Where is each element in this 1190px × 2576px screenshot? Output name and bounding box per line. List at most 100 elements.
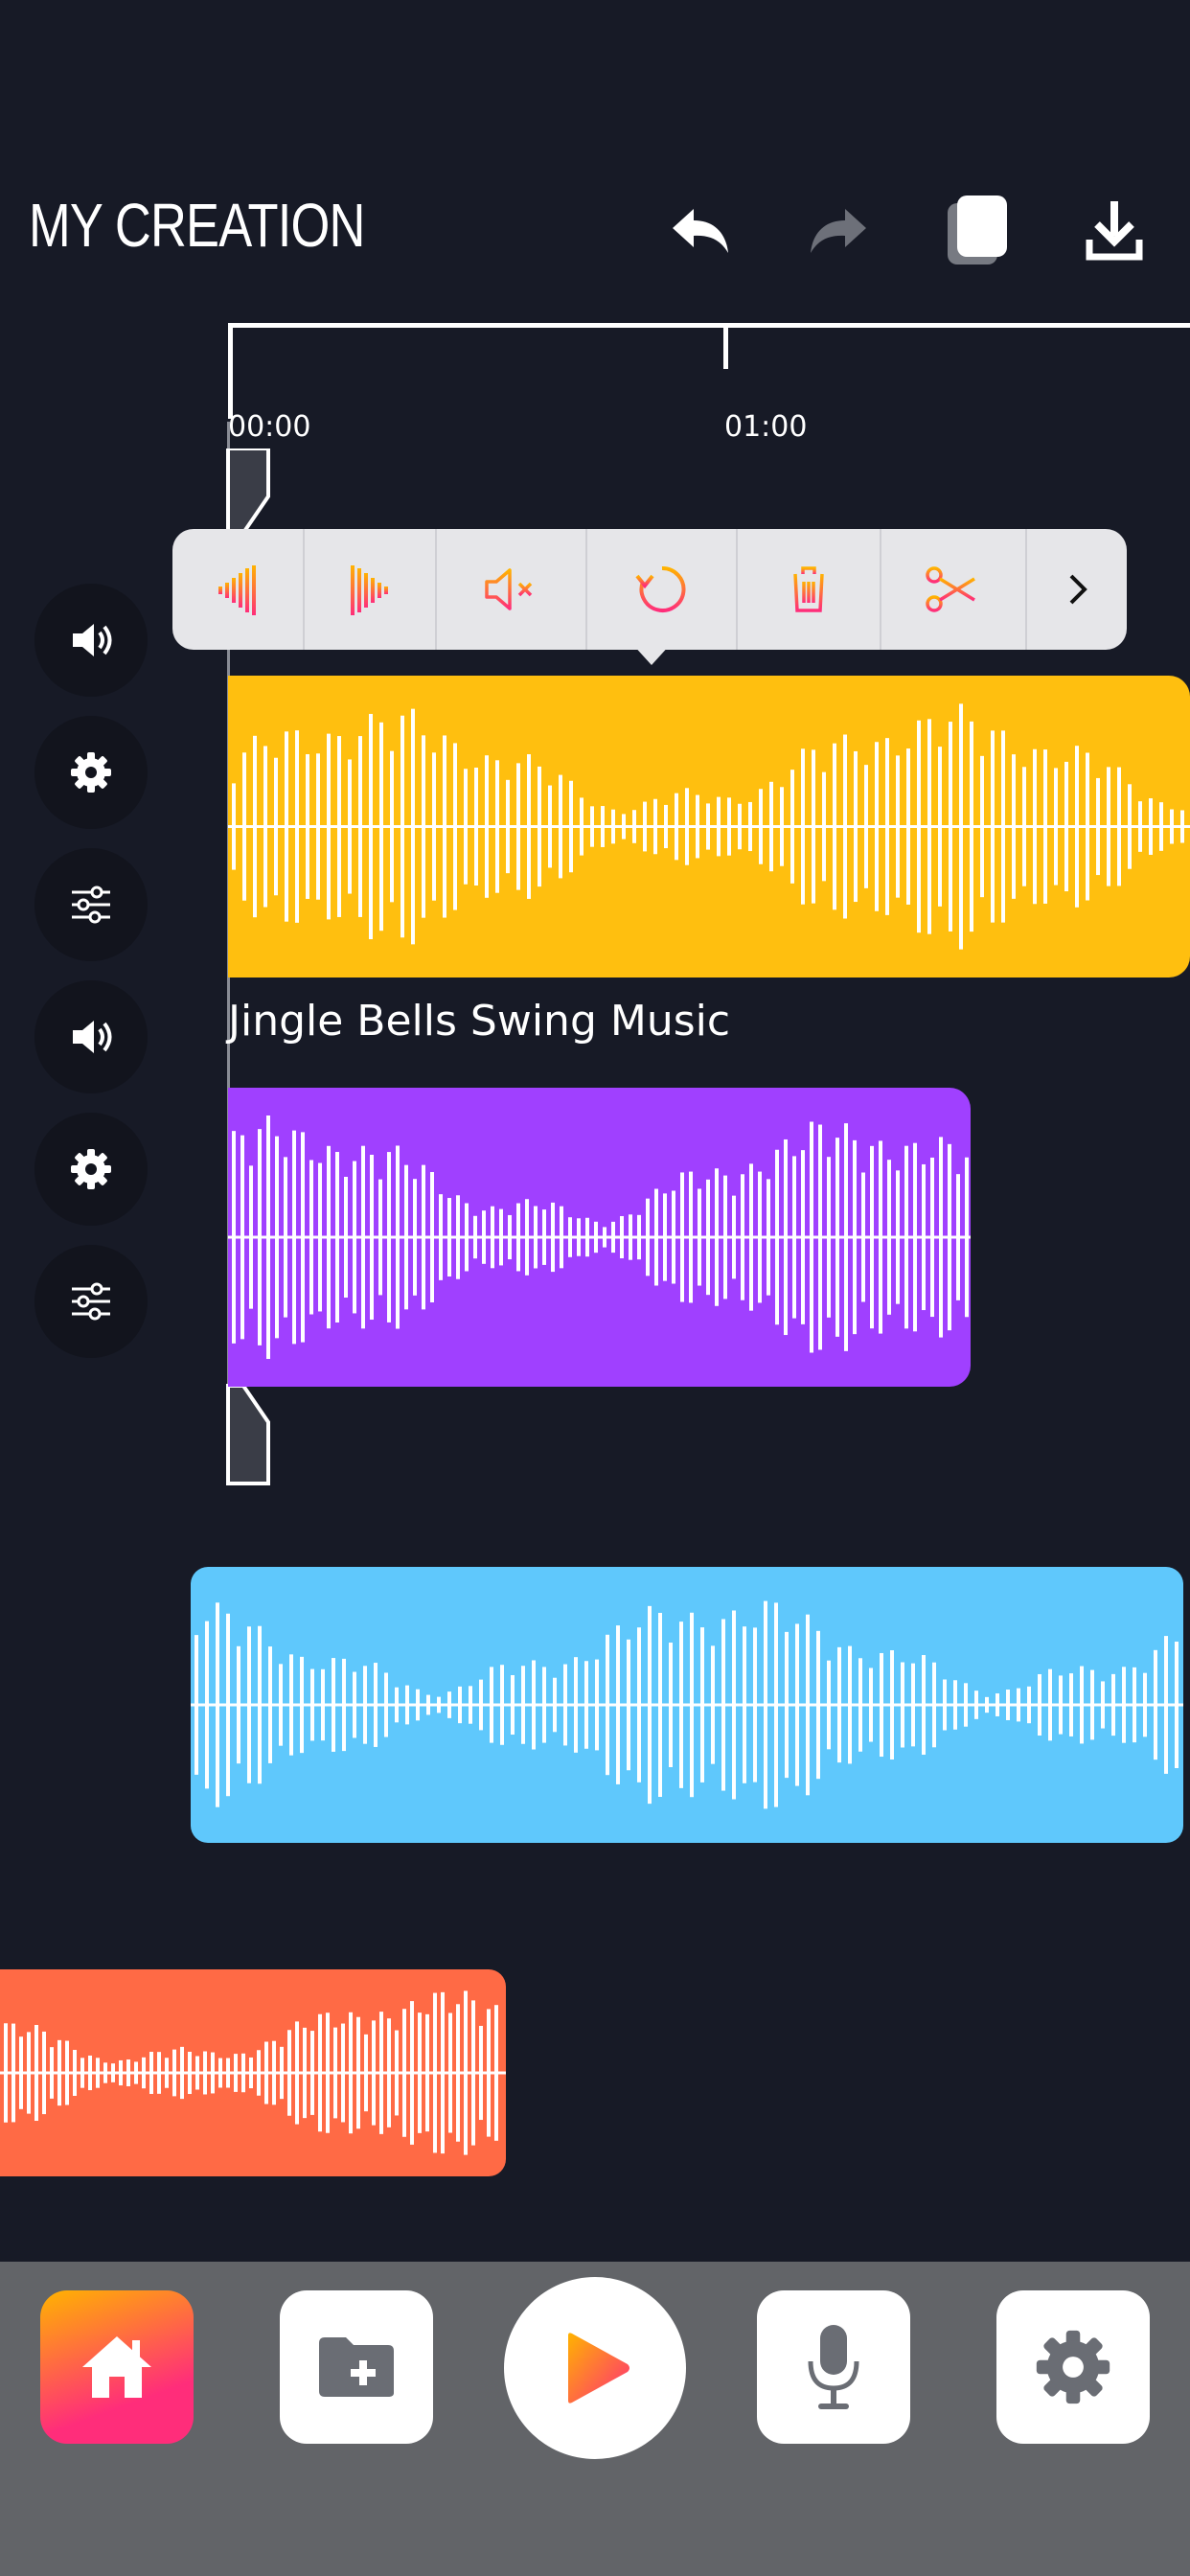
- track1-mixer-button[interactable]: [34, 848, 148, 961]
- waveform-bar: [906, 748, 910, 905]
- waveform-bar: [853, 1139, 857, 1335]
- loop-button[interactable]: [587, 529, 738, 650]
- track1-volume-button[interactable]: [34, 584, 148, 697]
- audio-track-purple[interactable]: [228, 1088, 971, 1387]
- waveform-bar: [374, 1663, 378, 1747]
- home-button[interactable]: [40, 2290, 194, 2444]
- fade-in-button[interactable]: [172, 529, 305, 650]
- waveform-bar: [818, 1124, 822, 1350]
- waveform-bar: [482, 1210, 486, 1264]
- waveform-bar: [321, 1668, 325, 1741]
- waveform-bar: [887, 1160, 891, 1315]
- settings-button[interactable]: [996, 2290, 1150, 2444]
- waveform-bar: [827, 1157, 831, 1318]
- waveform-bar: [237, 1645, 240, 1764]
- download-button[interactable]: [1071, 187, 1157, 273]
- timeline-ruler[interactable]: [228, 323, 1190, 328]
- waveform-bar: [964, 1683, 968, 1727]
- track2-volume-button[interactable]: [34, 980, 148, 1093]
- waveform-bar: [611, 1221, 615, 1254]
- waveform-bar: [1033, 748, 1037, 905]
- waveform-bar: [727, 797, 731, 856]
- waveform-bar: [258, 1129, 262, 1346]
- waveform-bar: [911, 1663, 915, 1747]
- waveform-bar: [395, 1687, 399, 1723]
- waveform-bar: [1107, 767, 1110, 886]
- waveform-bar: [827, 1660, 831, 1750]
- track1-settings-button[interactable]: [34, 716, 148, 829]
- waveform-bar: [1001, 730, 1005, 923]
- waveform-bar: [326, 2012, 330, 2133]
- waveform-bar: [289, 1654, 293, 1756]
- waveform-bar: [318, 2013, 322, 2132]
- waveform-bar: [980, 755, 984, 898]
- waveform-bar: [1164, 1636, 1168, 1774]
- home-icon: [82, 2336, 151, 2398]
- waveform-bar: [553, 1677, 557, 1733]
- cut-button[interactable]: [881, 529, 1027, 650]
- audio-track-blue[interactable]: [191, 1567, 1183, 1843]
- waveform-bar: [306, 754, 309, 899]
- fade-out-button[interactable]: [305, 529, 437, 650]
- waveform-bar: [595, 1659, 599, 1751]
- audio-track-orange[interactable]: [0, 1969, 506, 2176]
- play-button[interactable]: [504, 2277, 686, 2459]
- waveform-bar: [1027, 1686, 1031, 1724]
- waveform-bar: [664, 804, 668, 849]
- waveform-bar: [232, 1131, 236, 1344]
- waveform-bar: [396, 1145, 400, 1329]
- waveform-bar: [400, 715, 404, 938]
- waveform-bar: [88, 2055, 92, 2091]
- playhead-handle-top[interactable]: [226, 448, 274, 535]
- waveform-bar: [327, 1145, 331, 1329]
- waveform-bar: [753, 1627, 757, 1782]
- waveform-bar: [643, 801, 647, 852]
- waveform-bar: [247, 1626, 251, 1783]
- waveform-bar: [767, 1179, 770, 1296]
- waveform-bar: [653, 798, 657, 855]
- waveform-bar: [785, 1631, 789, 1779]
- track2-mixer-button[interactable]: [34, 1245, 148, 1358]
- waveform-bar: [310, 2031, 314, 2115]
- waveform-bar: [1080, 1666, 1084, 1744]
- waveform-bar: [1054, 768, 1058, 886]
- waveform-bar: [1143, 1672, 1147, 1737]
- record-button[interactable]: [757, 2290, 910, 2444]
- delete-button[interactable]: [738, 529, 881, 650]
- waveform-bar: [700, 1627, 704, 1782]
- waveform-bar: [646, 1198, 650, 1276]
- undo-button[interactable]: [657, 187, 744, 273]
- waveform-bar: [858, 1658, 862, 1752]
- waveform-bar: [622, 814, 626, 840]
- redo-icon: [811, 209, 866, 253]
- waveform-bar: [430, 1171, 434, 1303]
- waveform-bar: [263, 746, 267, 908]
- track2-settings-button[interactable]: [34, 1113, 148, 1226]
- waveform-bar: [378, 1179, 382, 1296]
- play-icon: [568, 2333, 629, 2404]
- waveform-bar: [287, 2030, 291, 2116]
- add-folder-button[interactable]: [280, 2290, 433, 2444]
- undo-icon: [673, 209, 728, 253]
- waveform-bar: [1154, 1649, 1157, 1760]
- waveform-bar: [402, 2009, 406, 2137]
- waveform-bar: [648, 1605, 652, 1805]
- waveform-bar: [732, 1610, 736, 1800]
- waveform-bar: [780, 787, 784, 866]
- redo-button[interactable]: [795, 187, 881, 273]
- waveform-bar: [603, 1227, 606, 1248]
- audio-track-yellow[interactable]: [228, 676, 1190, 978]
- waveform-bar: [295, 2021, 299, 2125]
- waveform-bar: [632, 810, 636, 843]
- waveform-bar: [234, 2054, 238, 2092]
- copy-button[interactable]: [934, 187, 1020, 273]
- waveform-bar: [363, 1666, 367, 1744]
- waveform-bar: [879, 1140, 882, 1334]
- more-button[interactable]: [1027, 529, 1127, 650]
- waveform-bar: [226, 2058, 230, 2088]
- waveform-bar: [34, 2024, 38, 2122]
- mute-button[interactable]: [437, 529, 587, 650]
- playhead-handle-bottom[interactable]: [226, 1384, 274, 1485]
- waveform-bar: [569, 780, 573, 873]
- waveform-bar: [663, 1193, 667, 1281]
